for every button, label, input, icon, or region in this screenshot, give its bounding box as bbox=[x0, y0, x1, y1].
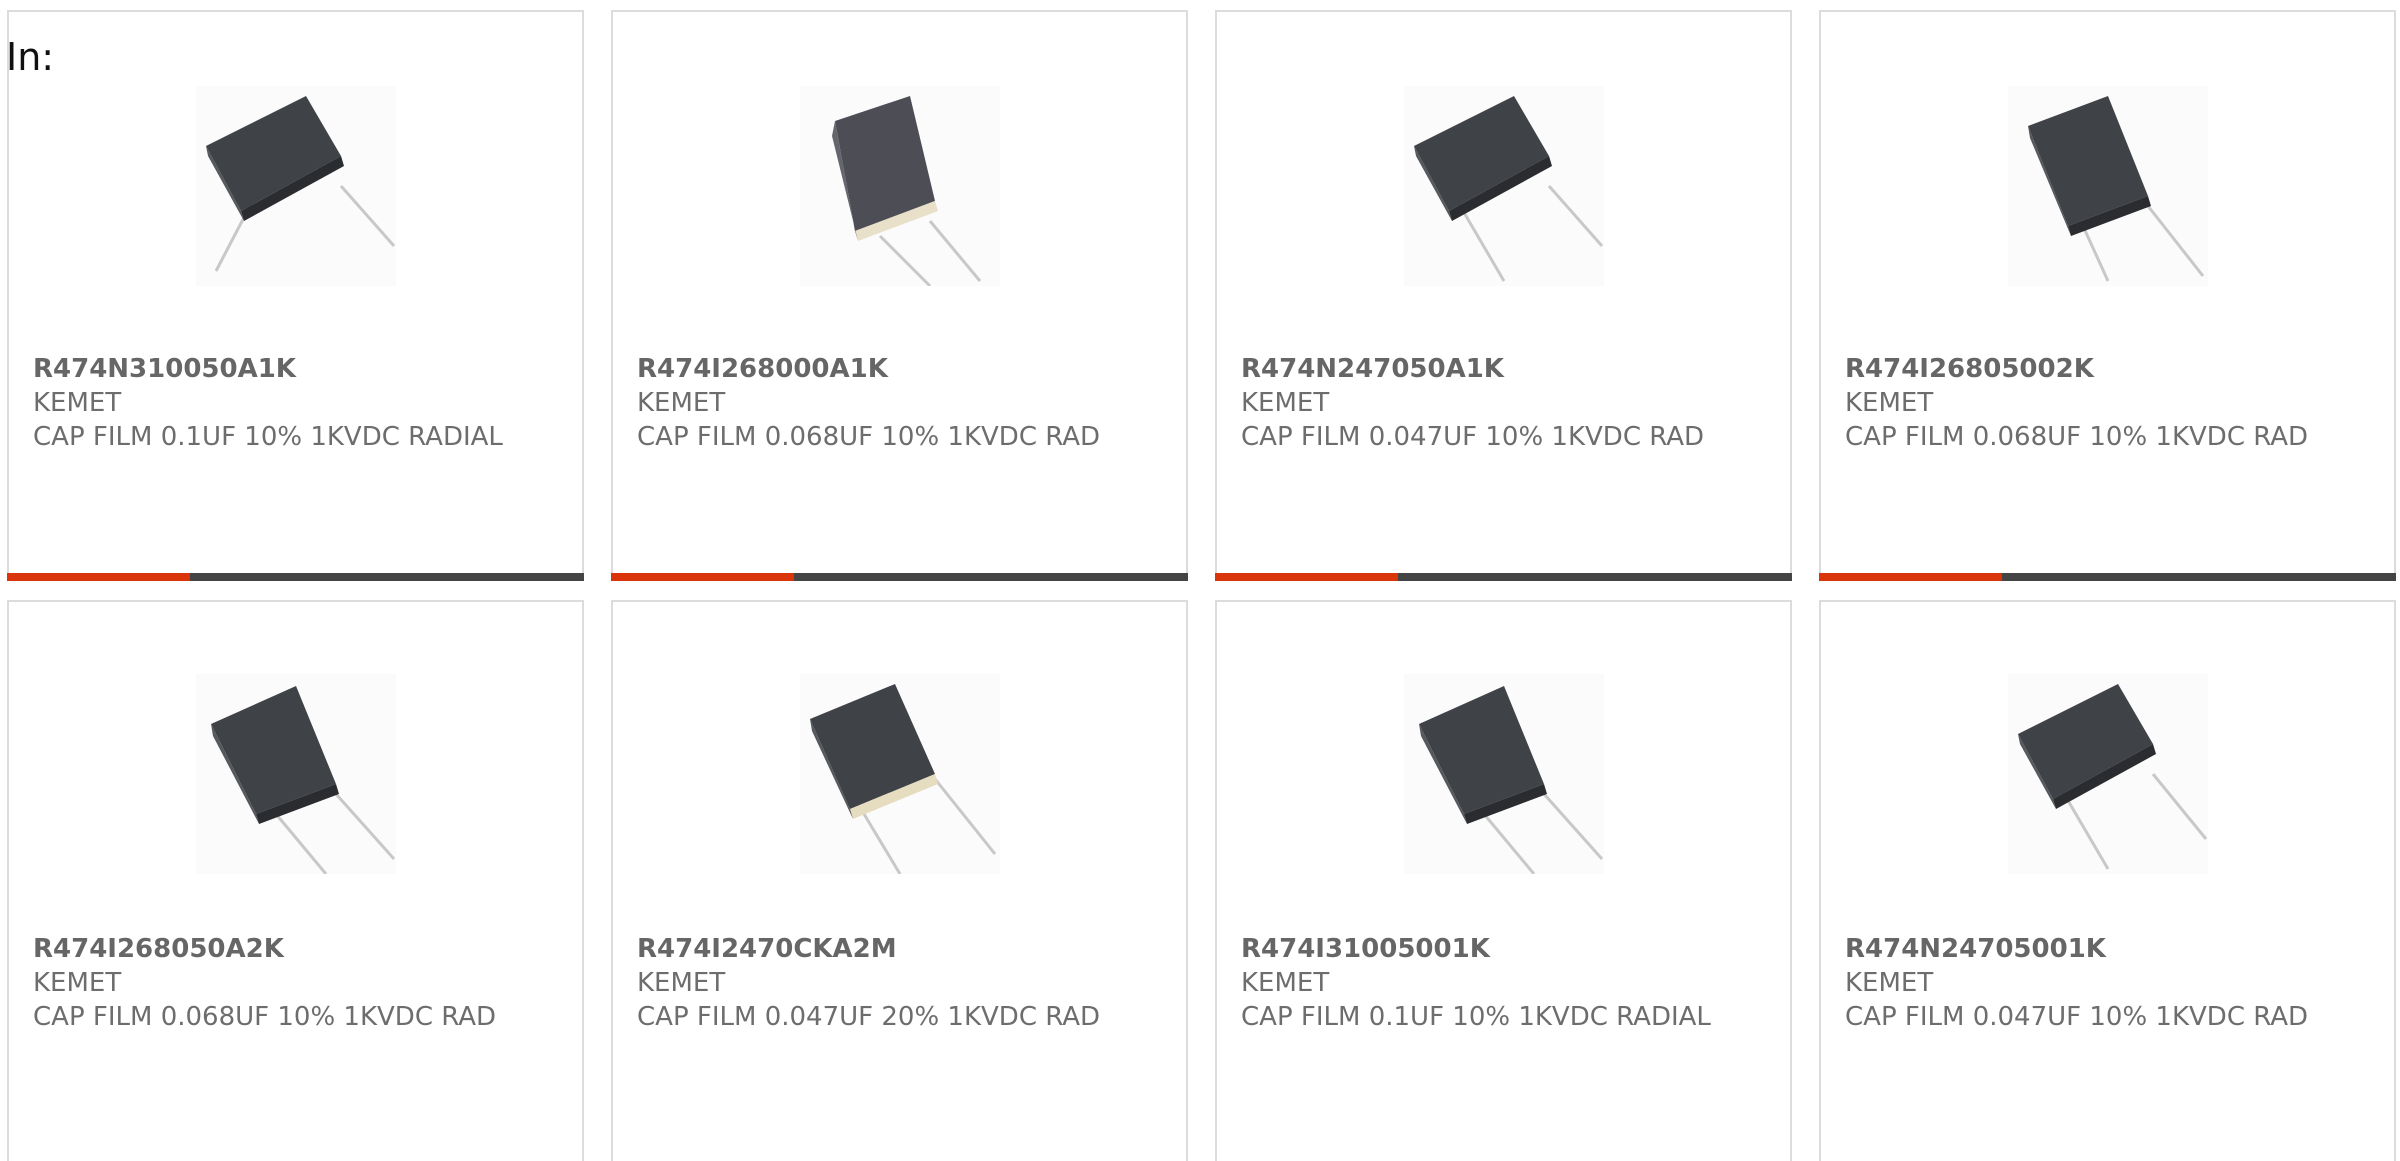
product-card[interactable]: R474N310050A1K KEMET CAP FILM 0.1UF 10% … bbox=[7, 10, 584, 581]
film-capacitor-icon[interactable] bbox=[2007, 674, 2208, 874]
film-capacitor-icon[interactable] bbox=[1403, 674, 1604, 874]
page-label: In: bbox=[6, 35, 55, 79]
manufacturer: KEMET bbox=[1241, 388, 1330, 418]
film-capacitor-icon[interactable] bbox=[2007, 86, 2208, 286]
manufacturer: KEMET bbox=[637, 388, 726, 418]
product-info: R474I26805002K KEMET CAP FILM 0.068UF 10… bbox=[1845, 352, 2378, 454]
film-capacitor-icon[interactable] bbox=[1403, 86, 1604, 286]
part-number[interactable]: R474I268050A2K bbox=[33, 932, 566, 966]
part-number[interactable]: R474N247050A1K bbox=[1241, 352, 1774, 386]
film-capacitor-icon[interactable] bbox=[195, 674, 396, 874]
card-bar-accent bbox=[1819, 573, 2002, 581]
description: CAP FILM 0.1UF 10% 1KVDC RADIAL bbox=[33, 422, 503, 452]
product-info: R474I2470CKA2M KEMET CAP FILM 0.047UF 20… bbox=[637, 932, 1170, 1034]
card-bar-accent bbox=[611, 573, 794, 581]
manufacturer: KEMET bbox=[33, 968, 122, 998]
product-grid: R474N310050A1K KEMET CAP FILM 0.1UF 10% … bbox=[0, 0, 2400, 1161]
film-capacitor-icon[interactable] bbox=[799, 86, 1000, 286]
product-card[interactable]: R474N24705001K KEMET CAP FILM 0.047UF 10… bbox=[1819, 600, 2396, 1161]
card-bar-accent bbox=[7, 573, 190, 581]
part-number[interactable]: R474I2470CKA2M bbox=[637, 932, 1170, 966]
part-number[interactable]: R474I31005001K bbox=[1241, 932, 1774, 966]
product-card[interactable]: R474N247050A1K KEMET CAP FILM 0.047UF 10… bbox=[1215, 10, 1792, 581]
product-info: R474N24705001K KEMET CAP FILM 0.047UF 10… bbox=[1845, 932, 2378, 1034]
film-capacitor-icon[interactable] bbox=[799, 674, 1000, 874]
manufacturer: KEMET bbox=[33, 388, 122, 418]
description: CAP FILM 0.047UF 10% 1KVDC RAD bbox=[1845, 1002, 2309, 1032]
card-bar bbox=[7, 573, 584, 581]
card-bar bbox=[611, 573, 1188, 581]
manufacturer: KEMET bbox=[1845, 388, 1934, 418]
film-capacitor-icon[interactable] bbox=[195, 86, 396, 286]
manufacturer: KEMET bbox=[637, 968, 726, 998]
description: CAP FILM 0.047UF 10% 1KVDC RAD bbox=[1241, 422, 1705, 452]
part-number[interactable]: R474N24705001K bbox=[1845, 932, 2378, 966]
part-number[interactable]: R474I268000A1K bbox=[637, 352, 1170, 386]
product-card[interactable]: R474I26805002K KEMET CAP FILM 0.068UF 10… bbox=[1819, 10, 2396, 581]
part-number[interactable]: R474I26805002K bbox=[1845, 352, 2378, 386]
product-card[interactable]: R474I268050A2K KEMET CAP FILM 0.068UF 10… bbox=[7, 600, 584, 1161]
manufacturer: KEMET bbox=[1241, 968, 1330, 998]
description: CAP FILM 0.1UF 10% 1KVDC RADIAL bbox=[1241, 1002, 1711, 1032]
card-bar bbox=[1819, 573, 2396, 581]
manufacturer: KEMET bbox=[1845, 968, 1934, 998]
product-info: R474I31005001K KEMET CAP FILM 0.1UF 10% … bbox=[1241, 932, 1774, 1034]
product-info: R474N247050A1K KEMET CAP FILM 0.047UF 10… bbox=[1241, 352, 1774, 454]
product-info: R474I268000A1K KEMET CAP FILM 0.068UF 10… bbox=[637, 352, 1170, 454]
product-info: R474N310050A1K KEMET CAP FILM 0.1UF 10% … bbox=[33, 352, 566, 454]
product-info: R474I268050A2K KEMET CAP FILM 0.068UF 10… bbox=[33, 932, 566, 1034]
product-card[interactable]: R474I2470CKA2M KEMET CAP FILM 0.047UF 20… bbox=[611, 600, 1188, 1161]
product-card[interactable]: R474I268000A1K KEMET CAP FILM 0.068UF 10… bbox=[611, 10, 1188, 581]
description: CAP FILM 0.068UF 10% 1KVDC RAD bbox=[33, 1002, 497, 1032]
description: CAP FILM 0.047UF 20% 1KVDC RAD bbox=[637, 1002, 1101, 1032]
description: CAP FILM 0.068UF 10% 1KVDC RAD bbox=[1845, 422, 2309, 452]
part-number[interactable]: R474N310050A1K bbox=[33, 352, 566, 386]
card-bar bbox=[1215, 573, 1792, 581]
description: CAP FILM 0.068UF 10% 1KVDC RAD bbox=[637, 422, 1101, 452]
card-bar-accent bbox=[1215, 573, 1398, 581]
product-card[interactable]: R474I31005001K KEMET CAP FILM 0.1UF 10% … bbox=[1215, 600, 1792, 1161]
